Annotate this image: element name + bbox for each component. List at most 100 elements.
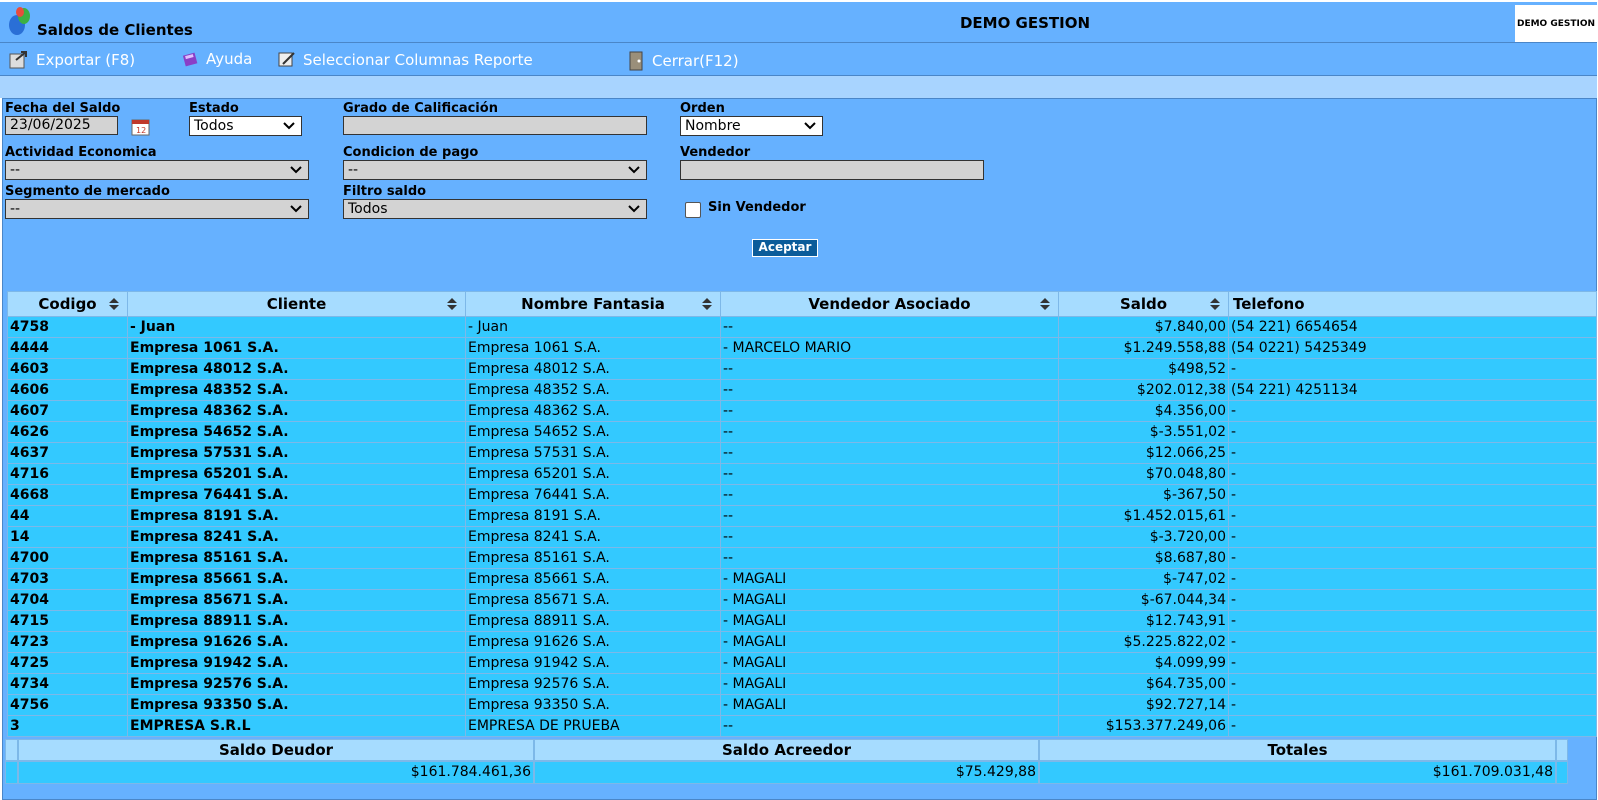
table-row[interactable]: 4603 Empresa 48012 S.A. Empresa 48012 S.A.…: [7, 358, 1597, 380]
company-name: DEMO GESTION: [959, 14, 1091, 32]
saldo-cell: $498,52: [1058, 358, 1229, 380]
filtro-select[interactable]: Todos: [343, 199, 647, 219]
company-logo: DEMO GESTION: [1515, 5, 1597, 42]
table-row[interactable]: 4606 Empresa 48352 S.A. Empresa 48352 S.A.…: [7, 379, 1597, 401]
telefono-cell: -: [1228, 463, 1597, 485]
vendedor-input[interactable]: [680, 160, 984, 180]
table-row[interactable]: 4758- Juan - Juan -- $7.840,00 (54 221) 6654…: [7, 316, 1597, 338]
nombre-fantasia-cell: Empresa 65201 S.A.: [465, 463, 721, 485]
sort-icon: [109, 298, 119, 310]
nombre-fantasia-cell: Empresa 8191 S.A.: [465, 505, 721, 527]
saldo-cell: $1.249.558,88: [1058, 337, 1229, 359]
saldo-cell: $70.048,80: [1058, 463, 1229, 485]
table-row[interactable]: 4703 Empresa 85661 S.A. Empresa 85661 S.A.…: [7, 568, 1597, 590]
table-row[interactable]: 4725 Empresa 91942 S.A. Empresa 91942 S.A.…: [7, 652, 1597, 674]
column-header-nombre-fantasia[interactable]: Nombre Fantasia: [465, 291, 721, 317]
chevron-down-icon: [628, 166, 640, 174]
actividad-value: --: [10, 162, 21, 178]
table-row[interactable]: 4626 Empresa 54652 S.A. Empresa 54652 S.A.…: [7, 421, 1597, 443]
table-row[interactable]: 44 Empresa 8191 S.A. Empresa 8191 S.A. -- $1…: [7, 505, 1597, 527]
table-row[interactable]: 4715 Empresa 88911 S.A. Empresa 88911 S.A.…: [7, 610, 1597, 632]
condicion-select[interactable]: --: [343, 160, 647, 180]
vendedor-cell: - MAGALI: [720, 631, 1059, 653]
estado-value: Todos: [194, 118, 234, 134]
close-button[interactable]: Cerrar(F12): [626, 50, 739, 72]
calendar-icon[interactable]: 12: [129, 116, 153, 138]
telefono-cell: (54 0221) 5425349: [1228, 337, 1597, 359]
saldo-acreedor-label: Saldo Acreedor: [534, 739, 1039, 761]
cliente-cell: Empresa 88911 S.A.: [127, 610, 466, 632]
vendedor-cell: --: [720, 547, 1059, 569]
column-header-label: Codigo: [38, 295, 97, 313]
select-columns-label: Seleccionar Columnas Reporte: [303, 51, 533, 69]
actividad-select[interactable]: --: [5, 160, 309, 180]
table-row[interactable]: 4756 Empresa 93350 S.A. Empresa 93350 S.A.…: [7, 694, 1597, 716]
accept-button[interactable]: Aceptar: [752, 239, 818, 257]
table-row[interactable]: 4723 Empresa 91626 S.A. Empresa 91626 S.A.…: [7, 631, 1597, 653]
orden-value: Nombre: [685, 118, 741, 134]
column-header-codigo[interactable]: Codigo: [7, 291, 128, 317]
cliente-cell: Empresa 48012 S.A.: [127, 358, 466, 380]
condicion-label: Condicion de pago: [343, 145, 479, 160]
nombre-fantasia-cell: Empresa 91626 S.A.: [465, 631, 721, 653]
grado-input[interactable]: [343, 116, 647, 135]
cliente-cell: Empresa 54652 S.A.: [127, 421, 466, 443]
totals-spacer-right: [1556, 739, 1568, 761]
svg-text:12: 12: [136, 126, 146, 135]
telefono-cell: -: [1228, 589, 1597, 611]
table-row[interactable]: 4716 Empresa 65201 S.A. Empresa 65201 S.A.…: [7, 463, 1597, 485]
cliente-cell: Empresa 48362 S.A.: [127, 400, 466, 422]
sin-vendedor-checkbox[interactable]: [685, 202, 701, 218]
nombre-fantasia-cell: - Juan: [465, 316, 721, 338]
table-row[interactable]: 14 Empresa 8241 S.A. Empresa 8241 S.A. -- $-…: [7, 526, 1597, 548]
nombre-fantasia-cell: Empresa 88911 S.A.: [465, 610, 721, 632]
table-row[interactable]: 4704 Empresa 85671 S.A. Empresa 85671 S.A.…: [7, 589, 1597, 611]
table-header-row: Codigo Cliente Nombre Fantasia Vendedor Aso…: [7, 291, 1597, 317]
fecha-input[interactable]: 23/06/2025: [5, 116, 118, 135]
cliente-cell: Empresa 1061 S.A.: [127, 337, 466, 359]
orden-select[interactable]: Nombre: [680, 116, 823, 136]
column-header-telefono[interactable]: Telefono: [1228, 291, 1597, 317]
saldo-cell: $-367,50: [1058, 484, 1229, 506]
actividad-label: Actividad Economica: [5, 145, 157, 160]
codigo-cell: 4725: [7, 652, 128, 674]
codigo-cell: 4444: [7, 337, 128, 359]
estado-select[interactable]: Todos: [189, 116, 302, 136]
vendedor-cell: - MAGALI: [720, 652, 1059, 674]
sort-icon: [447, 298, 457, 310]
table-row[interactable]: 4637 Empresa 57531 S.A. Empresa 57531 S.A.…: [7, 442, 1597, 464]
segmento-select[interactable]: --: [5, 199, 309, 219]
cliente-cell: Empresa 91942 S.A.: [127, 652, 466, 674]
totals-panel: Saldo Deudor Saldo Acreedor Totales $161…: [5, 739, 1594, 785]
nombre-fantasia-cell: Empresa 92576 S.A.: [465, 673, 721, 695]
chevron-down-icon: [628, 205, 640, 213]
select-columns-button[interactable]: Seleccionar Columnas Reporte: [277, 50, 533, 70]
table-row[interactable]: 4668 Empresa 76441 S.A. Empresa 76441 S.A.…: [7, 484, 1597, 506]
table-row[interactable]: 4444 Empresa 1061 S.A. Empresa 1061 S.A. - …: [7, 337, 1597, 359]
telefono-cell: -: [1228, 715, 1597, 737]
cliente-cell: - Juan: [127, 316, 466, 338]
saldo-cell: $-3.551,02: [1058, 421, 1229, 443]
help-button[interactable]: Ayuda: [182, 50, 252, 68]
telefono-cell: -: [1228, 631, 1597, 653]
vendedor-cell: --: [720, 316, 1059, 338]
table-row[interactable]: 3 EMPRESA S.R.L EMPRESA DE PRUEBA -- $153.37…: [7, 715, 1597, 737]
estado-label: Estado: [189, 101, 239, 116]
table-row[interactable]: 4700 Empresa 85161 S.A. Empresa 85161 S.A.…: [7, 547, 1597, 569]
codigo-cell: 4607: [7, 400, 128, 422]
export-button[interactable]: Exportar (F8): [8, 50, 135, 70]
sort-icon: [1210, 298, 1220, 310]
column-header-saldo[interactable]: Saldo: [1058, 291, 1229, 317]
cliente-cell: Empresa 85671 S.A.: [127, 589, 466, 611]
column-header-vendedor-asociado[interactable]: Vendedor Asociado: [720, 291, 1059, 317]
telefono-cell: -: [1228, 673, 1597, 695]
column-header-cliente[interactable]: Cliente: [127, 291, 466, 317]
saldo-cell: $8.687,80: [1058, 547, 1229, 569]
filtro-value: Todos: [348, 201, 388, 217]
vendedor-cell: - MAGALI: [720, 610, 1059, 632]
codigo-cell: 4603: [7, 358, 128, 380]
totals-spacer: [5, 739, 18, 761]
table-row[interactable]: 4734 Empresa 92576 S.A. Empresa 92576 S.A.…: [7, 673, 1597, 695]
table-row[interactable]: 4607 Empresa 48362 S.A. Empresa 48362 S.A.…: [7, 400, 1597, 422]
cliente-cell: Empresa 85661 S.A.: [127, 568, 466, 590]
